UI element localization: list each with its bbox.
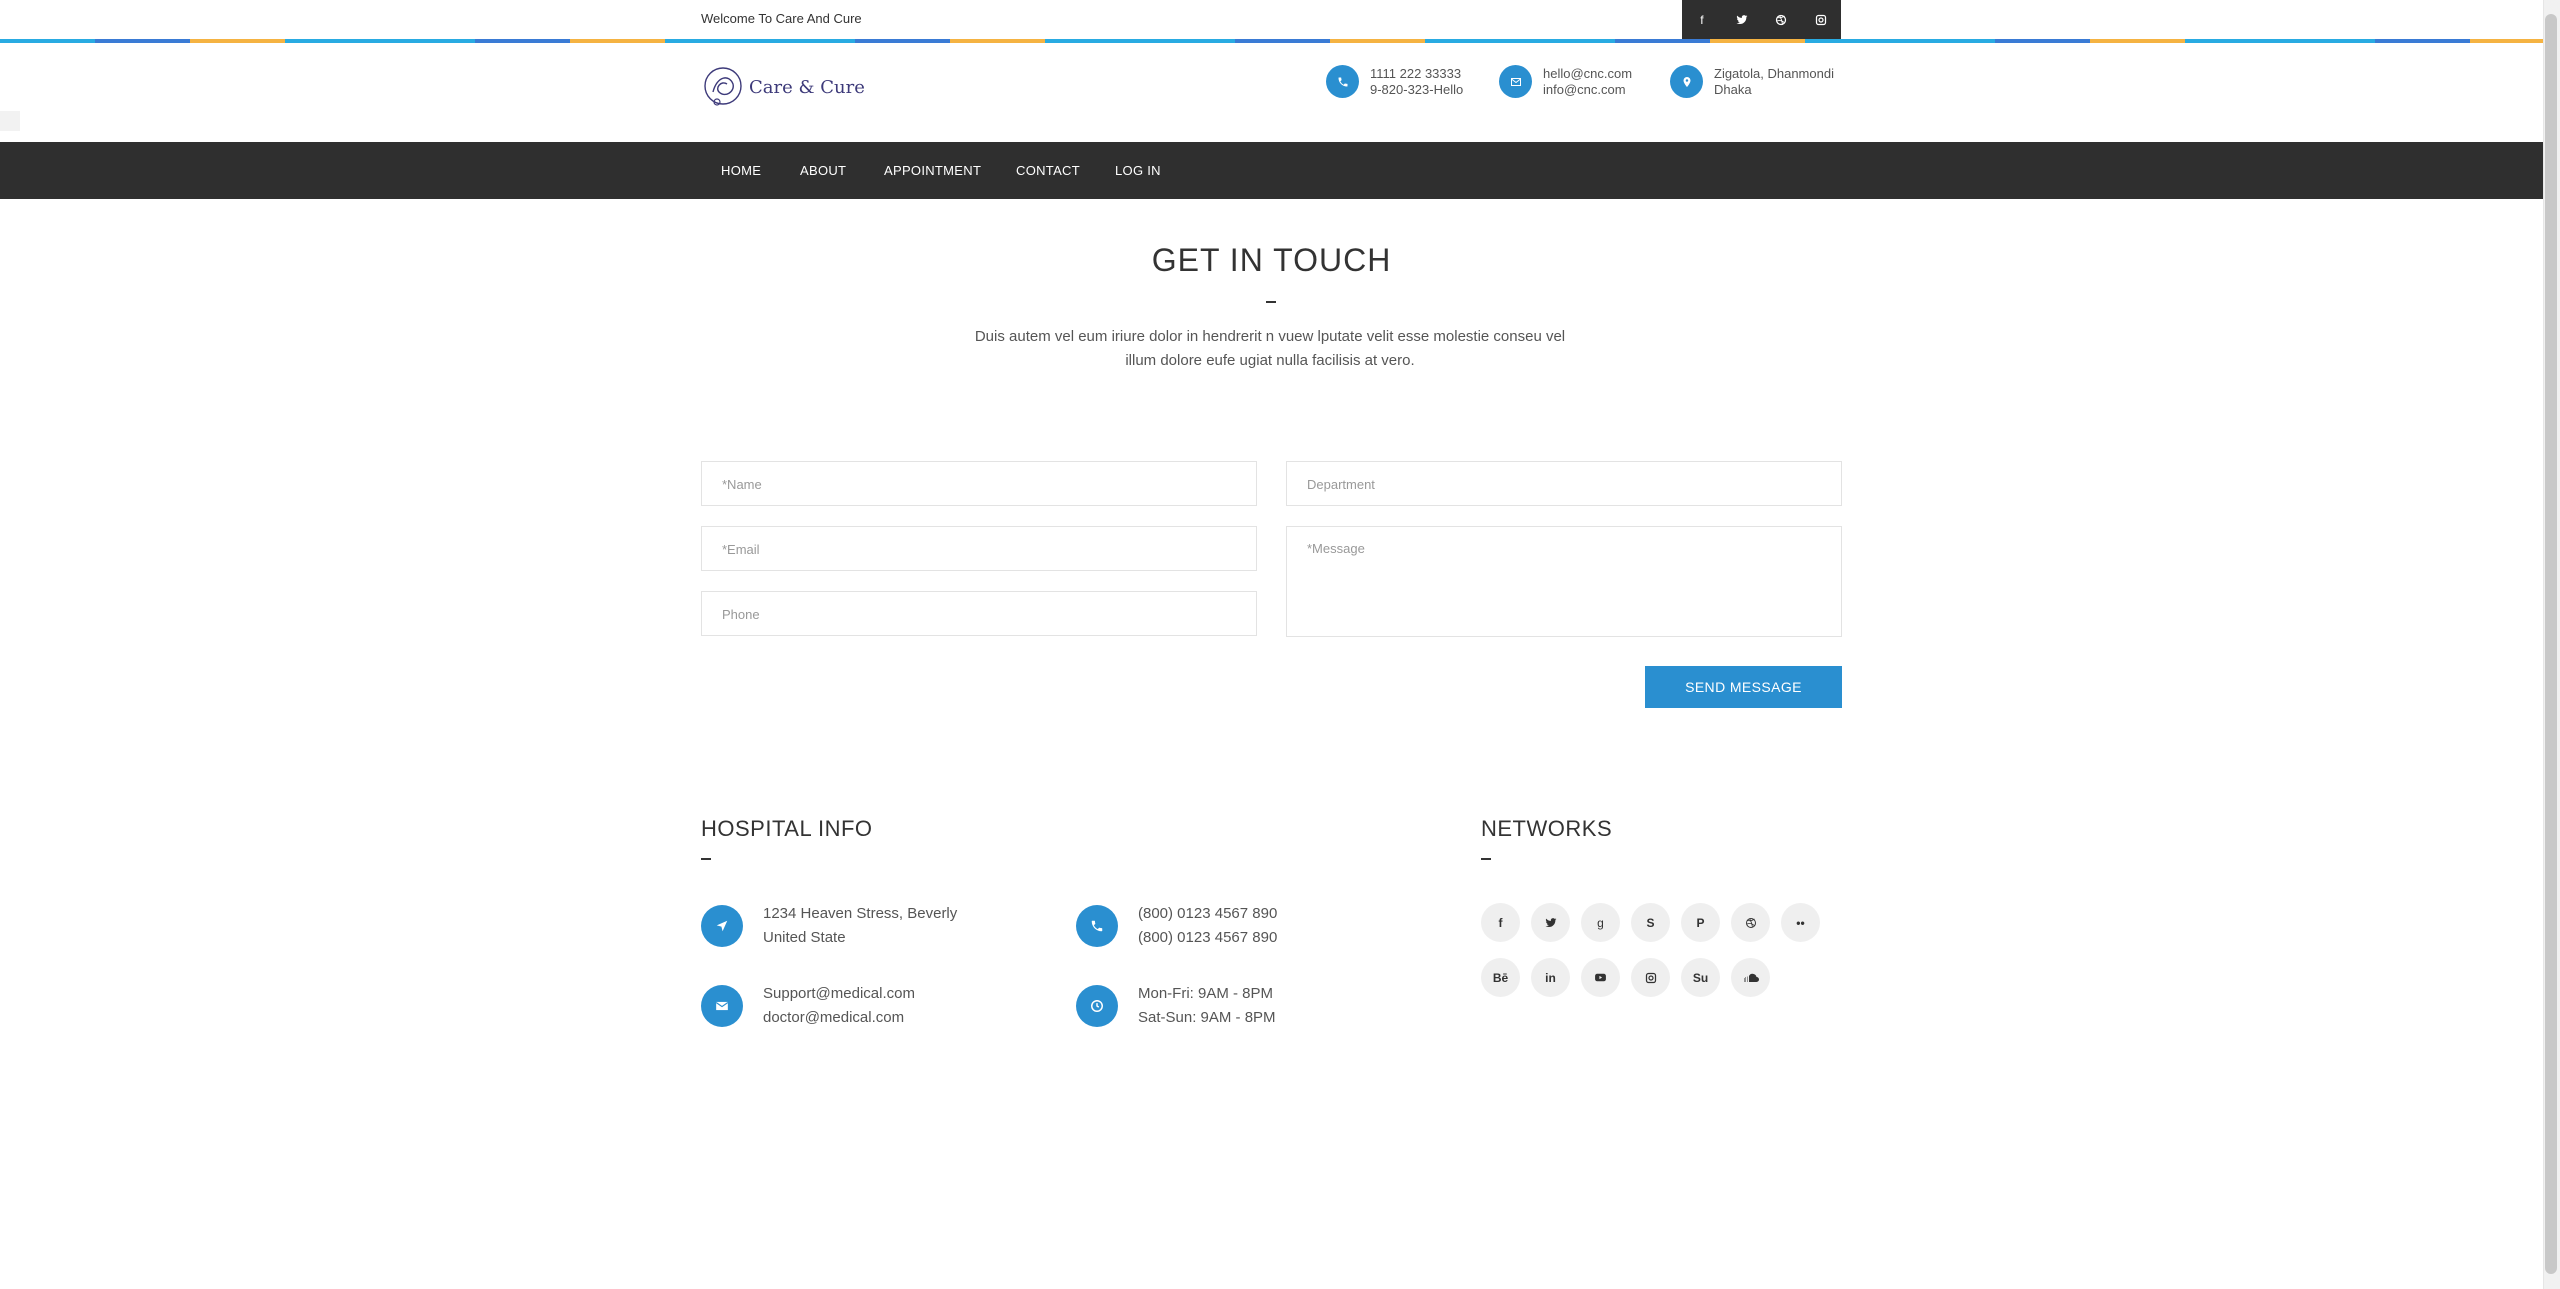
- name-field[interactable]: *Name: [701, 461, 1257, 506]
- hospital-phone-line1: (800) 0123 4567 890: [1138, 905, 1278, 922]
- facebook-icon[interactable]: f: [1481, 903, 1520, 942]
- dribbble-icon[interactable]: [1762, 0, 1802, 40]
- logo-text: Care & Cure: [749, 76, 865, 98]
- location-arrow-icon: [701, 905, 743, 947]
- scrollbar-thumb[interactable]: [2545, 14, 2557, 1274]
- department-field[interactable]: Department: [1286, 461, 1842, 506]
- hospital-address: 1234 Heaven Stress, Beverly United State: [763, 902, 957, 950]
- color-stripe: [0, 39, 2543, 43]
- phone-icon: [1326, 65, 1359, 98]
- networks-divider: [1481, 858, 1491, 860]
- header-address-line2: Dhaka: [1714, 81, 1752, 97]
- side-toggle[interactable]: [0, 111, 20, 131]
- clock-icon: [1076, 985, 1118, 1027]
- behance-icon[interactable]: Bē: [1481, 958, 1520, 997]
- pinterest-icon[interactable]: P: [1681, 903, 1720, 942]
- twitter-icon[interactable]: [1531, 903, 1570, 942]
- hospital-address-line1: 1234 Heaven Stress, Beverly: [763, 905, 958, 922]
- nav-contact[interactable]: CONTACT: [1016, 142, 1080, 199]
- skype-icon[interactable]: S: [1631, 903, 1670, 942]
- networks-title: NETWORKS: [1481, 816, 1613, 841]
- header-email-line1[interactable]: hello@cnc.com: [1543, 66, 1632, 82]
- instagram-icon[interactable]: [1631, 958, 1670, 997]
- stumbleupon-icon[interactable]: Su: [1681, 958, 1720, 997]
- map-marker-icon: [1670, 65, 1703, 98]
- hospital-phone: (800) 0123 4567 890 (800) 0123 4567 890: [1138, 902, 1277, 950]
- header-address-line1: Zigatola, Dhanmondi: [1714, 65, 1834, 81]
- facebook-icon[interactable]: f: [1682, 0, 1722, 40]
- youtube-icon[interactable]: [1581, 958, 1620, 997]
- hospital-email-line1[interactable]: Support@medical.com: [763, 982, 915, 1006]
- hospital-address-line2: United State: [763, 929, 846, 946]
- linkedin-icon[interactable]: in: [1531, 958, 1570, 997]
- top-bar: Welcome To Care And Cure f: [0, 0, 2543, 40]
- google-plus-icon[interactable]: g: [1581, 903, 1620, 942]
- description-line-2: illum dolore eufe ugiat nulla facilisis …: [1125, 352, 1415, 369]
- logo-icon: [704, 67, 742, 106]
- email-field[interactable]: *Email: [701, 526, 1257, 571]
- nav-about[interactable]: ABOUT: [800, 142, 846, 199]
- dribbble-icon[interactable]: [1731, 903, 1770, 942]
- top-social-links: f: [1682, 0, 1841, 40]
- header-phone: 1111 222 33333 9-820-323-Hello: [1326, 65, 1463, 98]
- message-field[interactable]: *Message: [1286, 526, 1842, 637]
- header-email: hello@cnc.com info@cnc.com: [1499, 65, 1632, 98]
- header-phone-line2: 9-820-323-Hello: [1370, 81, 1464, 97]
- phone-icon: [1076, 905, 1118, 947]
- phone-field[interactable]: Phone: [701, 591, 1257, 636]
- nav-home[interactable]: HOME: [721, 142, 761, 199]
- section-description: Duis autem vel eum iriure dolor in hendr…: [970, 325, 1570, 373]
- hospital-phone-line2: (800) 0123 4567 890: [1138, 929, 1278, 946]
- hospital-info-title: HOSPITAL INFO: [701, 816, 873, 841]
- hospital-hours: Mon-Fri: 9AM - 8PM Sat-Sun: 9AM - 8PM: [1138, 982, 1276, 1030]
- send-message-button[interactable]: SEND MESSAGE: [1645, 666, 1842, 708]
- welcome-text: Welcome To Care And Cure: [701, 11, 862, 26]
- header-email-line2[interactable]: info@cnc.com: [1543, 82, 1632, 98]
- envelope-icon: [1499, 65, 1532, 98]
- section-title: GET IN TOUCH: [1151, 242, 1392, 278]
- site-logo[interactable]: Care & Cure: [703, 62, 865, 112]
- envelope-icon: [701, 985, 743, 1027]
- nav-login[interactable]: LOG IN: [1115, 142, 1161, 199]
- header-address: Zigatola, Dhanmondi Dhaka: [1670, 65, 1834, 98]
- twitter-icon[interactable]: [1722, 0, 1762, 40]
- soundcloud-icon[interactable]: [1731, 958, 1770, 997]
- hospital-email-line2[interactable]: doctor@medical.com: [763, 1006, 915, 1030]
- hospital-email: Support@medical.com doctor@medical.com: [763, 982, 915, 1030]
- hospital-hours-line2: Sat-Sun: 9AM - 8PM: [1138, 1009, 1276, 1026]
- header-phone-line1: 1111 222 33333: [1370, 65, 1462, 81]
- instagram-icon[interactable]: [1801, 0, 1841, 40]
- description-line-1: Duis autem vel eum iriure dolor in hendr…: [974, 328, 1566, 345]
- main-nav: HOME ABOUT APPOINTMENT CONTACT LOG IN: [0, 142, 2543, 199]
- nav-appointment[interactable]: APPOINTMENT: [884, 142, 981, 199]
- hospital-info-divider: [701, 858, 711, 860]
- hospital-hours-line1: Mon-Fri: 9AM - 8PM: [1138, 985, 1274, 1002]
- title-divider: [1266, 301, 1276, 303]
- flickr-icon[interactable]: ••: [1781, 903, 1820, 942]
